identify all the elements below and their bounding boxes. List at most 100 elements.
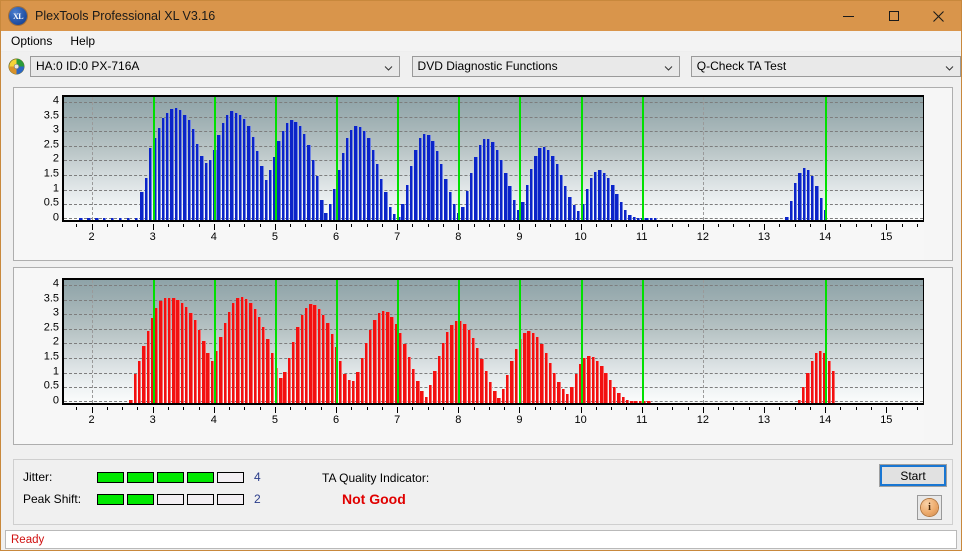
x-axis-tick-label: 14	[819, 231, 832, 243]
x-axis-tick-minor	[320, 224, 322, 227]
x-axis-tick-major	[91, 224, 93, 230]
gridline-vertical	[91, 97, 93, 220]
function-select[interactable]: DVD Diagnostic Functions	[411, 55, 680, 77]
drive-select[interactable]: HA:0 ID:0 PX-716A	[30, 55, 400, 77]
chart-bar	[789, 200, 794, 220]
x-axis-tick-minor	[320, 407, 322, 410]
app-icon: XL	[9, 7, 27, 25]
chart-bar	[111, 217, 115, 220]
chart-bar	[450, 324, 454, 403]
chart-bar	[589, 177, 594, 220]
chart-bar	[300, 315, 304, 403]
chart-upper-canvas: 0 0.5 1 1.5 2 2.5 3 3.5 4 2 3 4 5 6 7 8 9 10 11 12 13 14 15	[14, 88, 924, 260]
x-axis-tick-minor	[473, 224, 475, 227]
x-axis-tick-minor	[488, 407, 490, 410]
chart-bar	[240, 297, 245, 403]
info-button[interactable]: i	[917, 495, 942, 520]
x-axis-tick-minor	[473, 407, 475, 410]
chart-bar	[501, 388, 506, 403]
chart-lower-canvas: 0 0.5 1 1.5 2 2.5 3 3.5 4 2 3 4 5 6 7 8 9 10 11 12 13 14 15	[14, 268, 924, 444]
chart-bar	[476, 347, 480, 403]
x-axis-tick-minor	[672, 407, 674, 410]
x-axis-tick-minor	[167, 224, 169, 227]
chart-bar	[461, 206, 465, 220]
test-select[interactable]: Q-Check TA Test	[690, 55, 961, 77]
sector-marker-line	[397, 97, 400, 220]
chart-bar	[287, 357, 292, 403]
chart-bar	[416, 381, 420, 403]
chart-bar	[373, 319, 377, 403]
x-axis-tick-minor	[687, 224, 689, 227]
x-axis-tick-major	[213, 224, 215, 230]
chart-bar	[202, 340, 206, 403]
chart-bar	[163, 298, 167, 403]
x-axis-tick-minor	[412, 407, 414, 410]
chart-bar	[253, 308, 257, 403]
x-axis-tick-minor	[106, 224, 108, 227]
ta-test-chart-upper: 0 0.5 1 1.5 2 2.5 3 3.5 4 2 3 4 5 6 7 8 9 10 11 12 13 14 15	[13, 87, 953, 261]
chart-bar	[371, 149, 375, 220]
chart-bar	[422, 133, 427, 220]
meter-cell	[127, 471, 154, 483]
ta-quality-label: TA Quality Indicator:	[322, 471, 430, 485]
maximize-icon[interactable]	[871, 1, 916, 31]
y-axis-tick-label: 0	[52, 394, 59, 407]
y-axis-tick-label: 3	[52, 306, 59, 319]
start-button[interactable]: Start	[879, 464, 947, 487]
chart-bar	[330, 334, 334, 403]
chart-bar	[176, 299, 180, 403]
meter-cell	[97, 493, 124, 505]
chart-bar	[119, 218, 123, 220]
chart-bar	[369, 329, 373, 403]
x-axis-tick-major	[274, 224, 276, 230]
chart-bar	[208, 159, 213, 220]
chart-bar	[247, 126, 251, 220]
x-axis-tick-label: 4	[210, 414, 217, 426]
x-axis-tick-label: 7	[394, 231, 401, 243]
chart-bar	[174, 108, 179, 220]
chart-bar	[133, 374, 138, 403]
chart-bar	[418, 138, 422, 220]
chart-bar	[814, 353, 819, 403]
x-axis-tick-minor	[244, 224, 246, 227]
chart-bar	[87, 217, 91, 220]
y-axis-tick-label: 4	[52, 94, 59, 107]
chart-bar	[608, 380, 613, 403]
chart-bar	[243, 118, 247, 220]
chart-bar	[270, 353, 274, 403]
x-axis-tick-minor	[779, 407, 781, 410]
chart-bar	[420, 391, 424, 403]
chart-bar	[360, 357, 364, 403]
menu-item-help[interactable]: Help	[62, 32, 103, 50]
meter-cell	[217, 493, 244, 505]
chart-bar	[309, 304, 313, 403]
chart-bar	[649, 218, 654, 220]
chart-bar	[411, 369, 416, 403]
chart-bar	[512, 199, 517, 220]
close-icon[interactable]	[916, 1, 961, 31]
x-axis-tick-major	[702, 224, 704, 230]
minimize-icon[interactable]	[826, 1, 871, 31]
chart-bar	[381, 310, 386, 403]
x-axis-tick-minor	[748, 407, 750, 410]
peak-shift-meter	[97, 493, 244, 505]
x-axis-tick-label: 2	[88, 414, 95, 426]
x-axis-tick-minor	[626, 407, 628, 410]
chart-bar	[617, 392, 621, 403]
x-axis-tick-major	[764, 224, 766, 230]
y-axis-tick-label: 4	[52, 277, 59, 290]
x-axis-tick-minor	[794, 224, 796, 227]
gridline-vertical	[702, 97, 704, 220]
x-axis-tick-minor	[595, 224, 597, 227]
chart-bar	[223, 323, 227, 403]
chart-bar	[285, 123, 290, 220]
x-axis-tick-minor	[137, 224, 139, 227]
chart-bar	[266, 339, 270, 403]
x-axis-tick-minor	[183, 224, 185, 227]
x-axis-tick-label: 12	[696, 414, 710, 426]
chart-bar	[129, 400, 133, 403]
menu-item-options[interactable]: Options	[3, 32, 60, 50]
chart-bar	[317, 308, 322, 403]
chart-bar	[444, 179, 448, 220]
x-axis-tick-label: 12	[696, 231, 710, 243]
